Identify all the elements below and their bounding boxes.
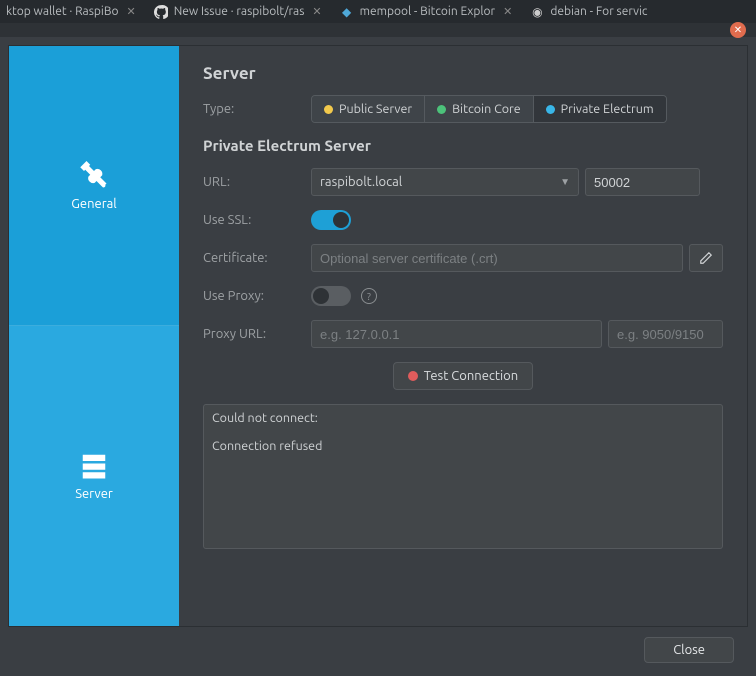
sidebar-label: Server	[75, 487, 113, 501]
browser-tab[interactable]: ◉ debian - For servic	[530, 5, 647, 19]
proxy-url-label: Proxy URL:	[203, 327, 311, 341]
subsection-title: Private Electrum Server	[203, 137, 723, 154]
seg-label: Bitcoin Core	[452, 102, 521, 116]
status-dot-icon	[437, 105, 446, 114]
help-icon[interactable]: ?	[361, 288, 377, 304]
settings-sidebar: General Server	[9, 46, 179, 626]
url-select[interactable]: raspibolt.local ▼	[311, 168, 579, 196]
type-public-server[interactable]: Public Server	[312, 96, 425, 122]
chevron-down-icon: ▼	[560, 176, 570, 188]
close-icon[interactable]: ✕	[312, 5, 321, 18]
browser-tab[interactable]: ◆ mempool - Bitcoin Explor ✕	[340, 5, 513, 19]
url-label: URL:	[203, 175, 311, 189]
browser-tab[interactable]: New Issue · raspibolt/ras ✕	[154, 5, 322, 19]
close-icon[interactable]: ✕	[503, 5, 512, 18]
close-button[interactable]: Close	[644, 637, 734, 663]
test-connection-button[interactable]: Test Connection	[393, 362, 533, 390]
seg-label: Public Server	[339, 102, 412, 116]
section-title: Server	[203, 64, 723, 83]
settings-main-panel: Server Type: Public Server Bitcoin Core …	[179, 46, 747, 626]
port-input[interactable]	[585, 168, 700, 196]
type-bitcoin-core[interactable]: Bitcoin Core	[425, 96, 534, 122]
proxy-port-input[interactable]	[608, 320, 723, 348]
tab-label: mempool - Bitcoin Explor	[360, 5, 495, 18]
proxy-label: Use Proxy:	[203, 289, 311, 303]
tools-icon	[79, 161, 109, 191]
ssl-toggle[interactable]	[311, 210, 351, 230]
browser-tab-strip: ktop wallet · RaspiBo ✕ New Issue · rasp…	[0, 0, 756, 23]
url-value: raspibolt.local	[320, 175, 402, 189]
github-icon	[154, 5, 168, 19]
cube-icon: ◆	[340, 5, 354, 19]
test-button-label: Test Connection	[424, 369, 518, 383]
server-icon	[79, 451, 109, 481]
certificate-input[interactable]	[311, 244, 683, 272]
window-header: ✕	[0, 23, 756, 37]
certificate-label: Certificate:	[203, 251, 311, 265]
tab-label: New Issue · raspibolt/ras	[174, 5, 305, 18]
server-type-group: Public Server Bitcoin Core Private Elect…	[311, 95, 667, 123]
tab-label: ktop wallet · RaspiBo	[6, 5, 118, 18]
browser-tab[interactable]: ktop wallet · RaspiBo ✕	[6, 5, 136, 18]
status-dot-icon	[546, 105, 555, 114]
connection-log: Could not connect: Connection refused	[203, 404, 723, 549]
sidebar-item-general[interactable]: General	[9, 46, 179, 326]
tab-label: debian - For servic	[550, 5, 647, 18]
proxy-host-input[interactable]	[311, 320, 602, 348]
edit-icon	[699, 251, 713, 265]
type-label: Type:	[203, 102, 311, 116]
status-dot-icon	[324, 105, 333, 114]
type-private-electrum[interactable]: Private Electrum	[534, 96, 666, 122]
edit-certificate-button[interactable]	[689, 244, 723, 272]
seg-label: Private Electrum	[561, 102, 654, 116]
sidebar-label: General	[71, 197, 116, 211]
close-icon[interactable]: ✕	[126, 5, 135, 18]
error-dot-icon	[408, 371, 418, 381]
proxy-toggle[interactable]	[311, 286, 351, 306]
settings-dialog: General Server Server Type: Public Serve…	[8, 45, 748, 627]
ssl-label: Use SSL:	[203, 213, 311, 227]
debian-icon: ◉	[530, 5, 544, 19]
sidebar-item-server[interactable]: Server	[9, 326, 179, 626]
window-close-button[interactable]: ✕	[730, 22, 746, 38]
